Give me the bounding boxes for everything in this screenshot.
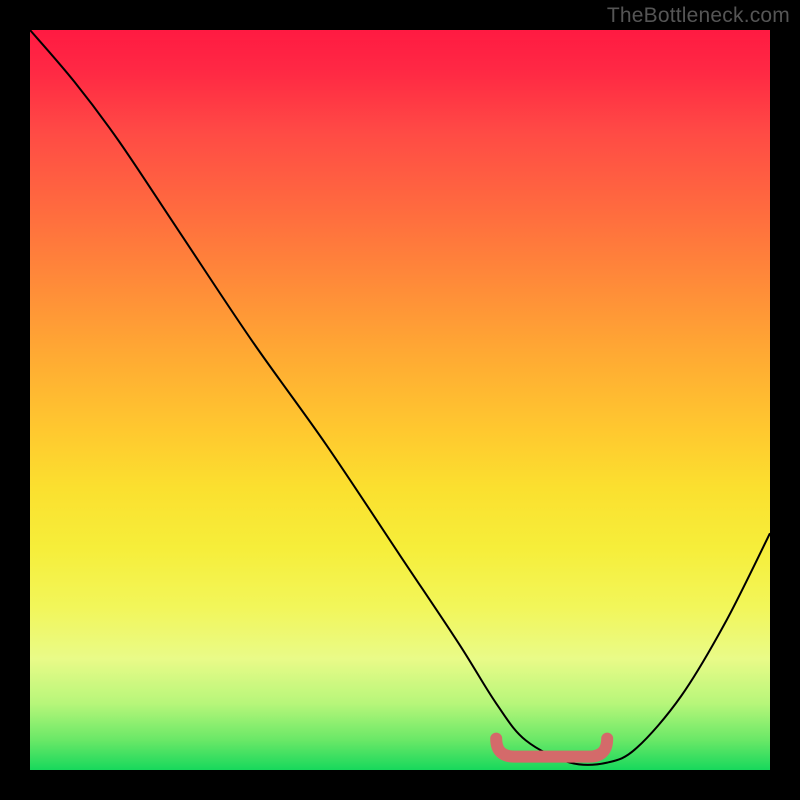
plot-area: [30, 30, 770, 770]
curve-layer: [30, 30, 770, 770]
highlight-valley: [496, 739, 607, 757]
bottleneck-curve: [30, 30, 770, 765]
watermark-text: TheBottleneck.com: [607, 4, 790, 28]
chart-frame: TheBottleneck.com: [0, 0, 800, 800]
